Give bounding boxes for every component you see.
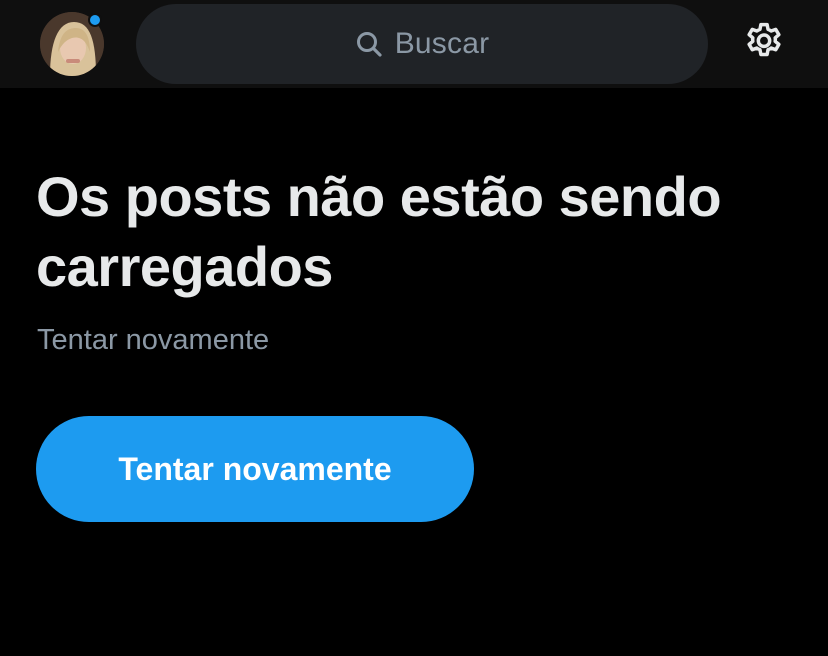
- gear-icon: [742, 20, 786, 69]
- retry-button[interactable]: Tentar novamente: [36, 416, 474, 522]
- search-placeholder: Buscar: [394, 27, 490, 60]
- notification-dot: [88, 13, 102, 27]
- error-subtitle: Tentar novamente: [37, 324, 270, 356]
- error-title: Os posts não estão sendo carregados: [36, 165, 722, 298]
- search-input[interactable]: Buscar: [136, 4, 708, 84]
- settings-button[interactable]: [740, 20, 788, 68]
- top-bar: Buscar: [0, 0, 828, 88]
- search-icon: [355, 30, 383, 58]
